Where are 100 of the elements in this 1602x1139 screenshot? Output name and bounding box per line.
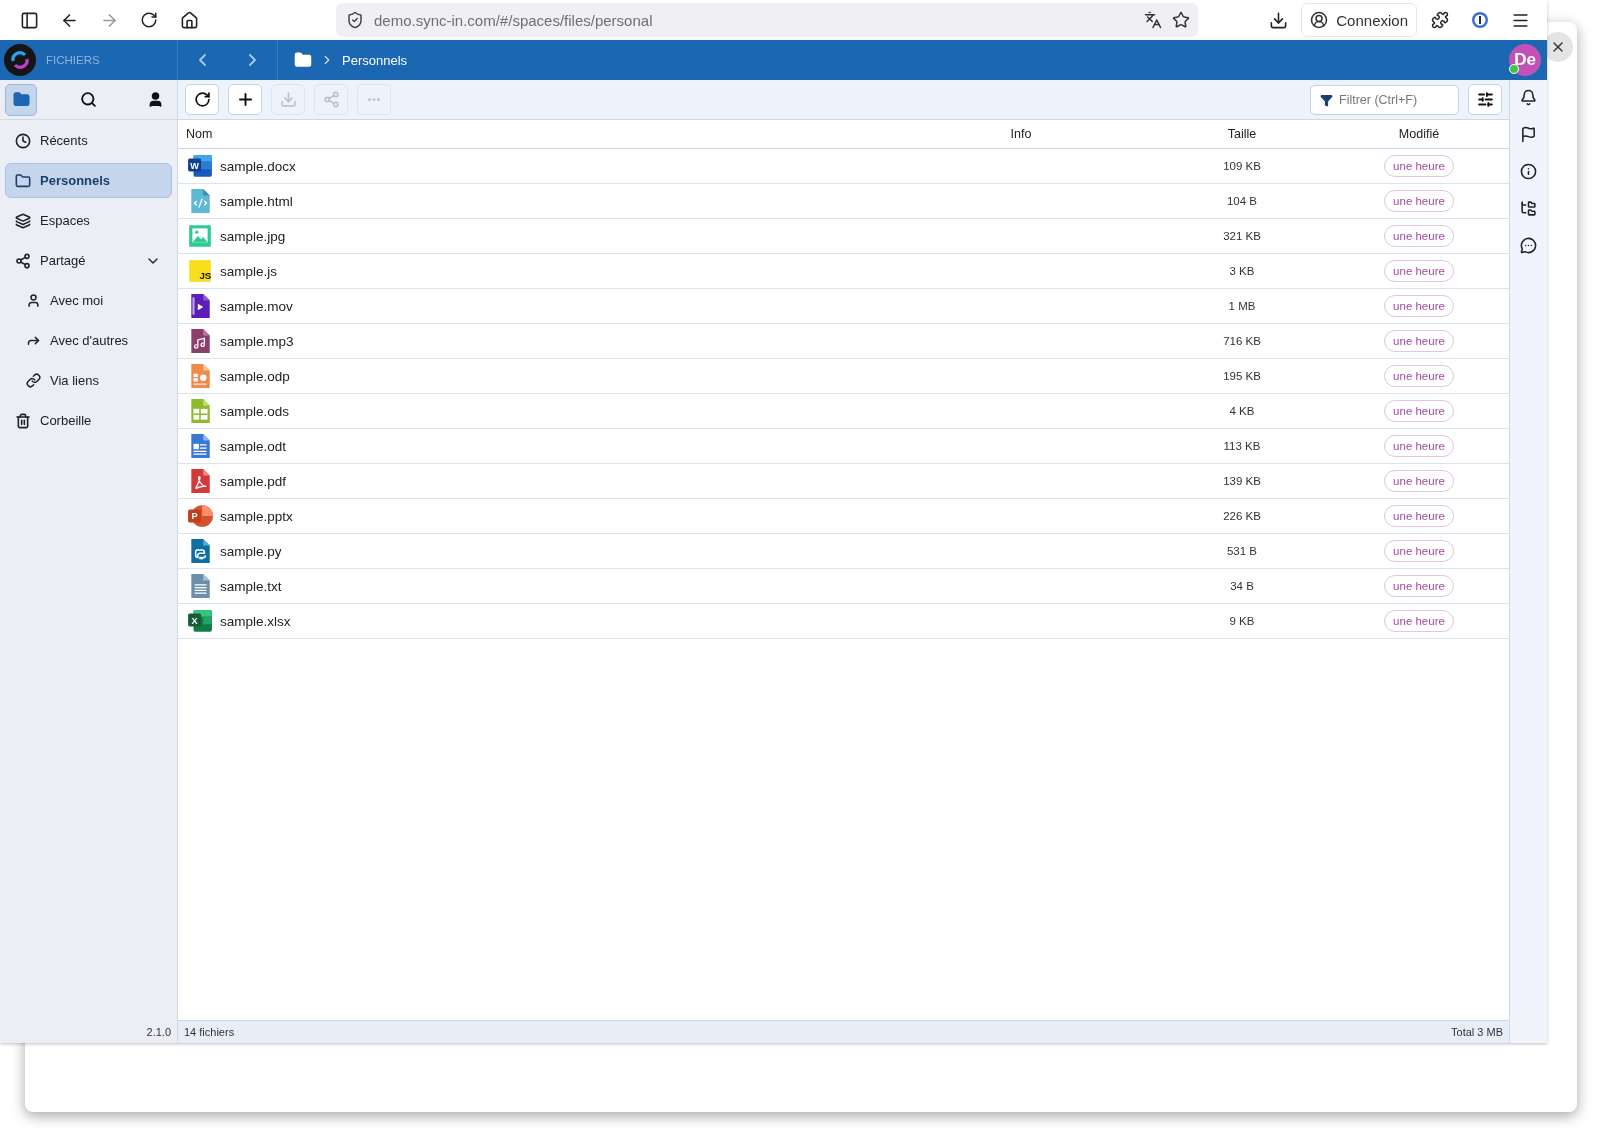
file-size: 9 KB	[1229, 615, 1255, 627]
file-size: 113 KB	[1223, 440, 1261, 452]
modified-tag: une heure	[1384, 295, 1454, 317]
filter-icon	[1320, 93, 1333, 107]
info-icon	[1520, 163, 1537, 180]
chevron-left-icon	[199, 54, 207, 66]
translate-icon	[1144, 11, 1162, 29]
download-icon	[1268, 10, 1288, 30]
modified-tag: une heure	[1384, 400, 1454, 422]
file-name[interactable]: sample.docx	[220, 158, 296, 174]
file-name[interactable]: sample.html	[220, 193, 293, 209]
sidebar-item[interactable]: Personnels	[5, 163, 172, 198]
file-size: 109 KB	[1223, 160, 1261, 172]
layers-icon	[15, 212, 31, 229]
bell-icon	[1520, 89, 1537, 106]
puzzle-icon	[1431, 11, 1449, 29]
file-name[interactable]: sample.mp3	[220, 333, 294, 349]
file-name[interactable]: sample.txt	[220, 578, 282, 594]
modified-tag: une heure	[1384, 435, 1454, 457]
address-bar[interactable]: demo.sync-in.com/#/spaces/files/personal	[336, 3, 1198, 37]
file-size: 531 B	[1226, 545, 1258, 557]
sidebar-item[interactable]: Avec moi	[5, 283, 172, 318]
sidebar-item[interactable]: Partagé	[5, 243, 172, 278]
file-count: 14 fichiers	[184, 1026, 235, 1038]
reload-icon	[193, 91, 211, 108]
sidebar-icon	[19, 10, 39, 30]
chat-button[interactable]	[1519, 236, 1538, 255]
javascript-file-icon: JS	[187, 258, 213, 284]
modified-tag: une heure	[1384, 505, 1454, 527]
folder-icon	[15, 172, 31, 189]
sidebar-item[interactable]: Corbeille	[5, 403, 172, 438]
info-button[interactable]	[1519, 162, 1538, 181]
file-name[interactable]: sample.pptx	[220, 508, 293, 524]
reload-button[interactable]	[185, 84, 219, 115]
account-icon	[1310, 11, 1329, 29]
share-icon	[322, 91, 340, 108]
sliders-icon	[1476, 91, 1494, 108]
flag-button[interactable]	[1519, 125, 1538, 144]
file-name[interactable]: sample.ods	[220, 403, 290, 419]
filter-field[interactable]: Filtrer (Ctrl+F)	[1310, 84, 1459, 115]
chat-icon	[1520, 237, 1537, 254]
shield-icon	[346, 11, 364, 29]
chevron-right-icon	[248, 54, 256, 66]
modified-tag: une heure	[1384, 610, 1454, 632]
column-header[interactable]: Modifié	[1398, 127, 1440, 141]
file-size: 34 B	[1230, 580, 1254, 592]
sidebar-item[interactable]: Récents	[5, 123, 172, 158]
bell-button[interactable]	[1519, 88, 1538, 107]
download-icon	[279, 91, 297, 108]
file-name[interactable]: sample.mov	[220, 298, 293, 314]
file-size: 3 KB	[1229, 265, 1255, 277]
folder-tree-button[interactable]	[1519, 199, 1538, 218]
column-header[interactable]: Nom	[178, 127, 213, 141]
file-size: 104 B	[1226, 195, 1258, 207]
column-header[interactable]: Info	[1010, 127, 1032, 141]
file-size: 716 KB	[1223, 335, 1261, 347]
folder-icon	[294, 51, 312, 69]
file-size: 195 KB	[1223, 370, 1261, 382]
file-name[interactable]: sample.py	[220, 543, 282, 559]
modified-tag: une heure	[1384, 260, 1454, 282]
modified-tag: une heure	[1384, 190, 1454, 212]
file-size: 4 KB	[1229, 405, 1255, 417]
sidebar-item[interactable]: Avec d'autres	[5, 323, 172, 358]
file-name[interactable]: sample.pdf	[220, 473, 287, 489]
search-icon	[79, 91, 97, 108]
app-logo-icon	[4, 44, 36, 76]
trash-icon	[15, 412, 31, 429]
image-file-icon	[187, 223, 213, 249]
file-name[interactable]: sample.xlsx	[220, 613, 291, 629]
file-name[interactable]: sample.odt	[220, 438, 287, 454]
modified-tag: une heure	[1384, 330, 1454, 352]
flag-icon	[1520, 126, 1537, 143]
column-header[interactable]: Taille	[1227, 127, 1257, 141]
section-title: FICHIERS	[46, 54, 100, 66]
folder-tree-icon	[1520, 200, 1537, 217]
user-avatar[interactable]: De	[1509, 44, 1541, 76]
file-name[interactable]: sample.odp	[220, 368, 290, 384]
account-button[interactable]: Connexion	[1301, 3, 1417, 37]
clock-icon	[15, 132, 31, 149]
breadcrumb-item[interactable]: Personnels	[342, 52, 408, 68]
view-settings-button[interactable]	[1468, 84, 1502, 115]
file-name[interactable]: sample.js	[220, 263, 278, 279]
file-name[interactable]: sample.jpg	[220, 228, 286, 244]
modified-tag: une heure	[1384, 155, 1454, 177]
modified-tag: une heure	[1384, 365, 1454, 387]
sidebar-item[interactable]: Espaces	[5, 203, 172, 238]
version-text: 2.1.0	[146, 1025, 171, 1038]
link-icon	[26, 373, 41, 388]
share-icon	[15, 252, 31, 269]
password-manager-icon	[1471, 11, 1489, 29]
modified-tag: une heure	[1384, 575, 1454, 597]
file-size: 226 KB	[1223, 510, 1261, 522]
modified-tag: une heure	[1384, 470, 1454, 492]
home-icon	[179, 10, 199, 30]
file-size: 321 KB	[1223, 230, 1261, 242]
sidebar-item[interactable]: Via liens	[5, 363, 172, 398]
file-size: 139 KB	[1223, 475, 1261, 487]
reload-icon	[140, 11, 158, 29]
star-icon	[1172, 11, 1190, 29]
add-button[interactable]	[228, 84, 262, 115]
